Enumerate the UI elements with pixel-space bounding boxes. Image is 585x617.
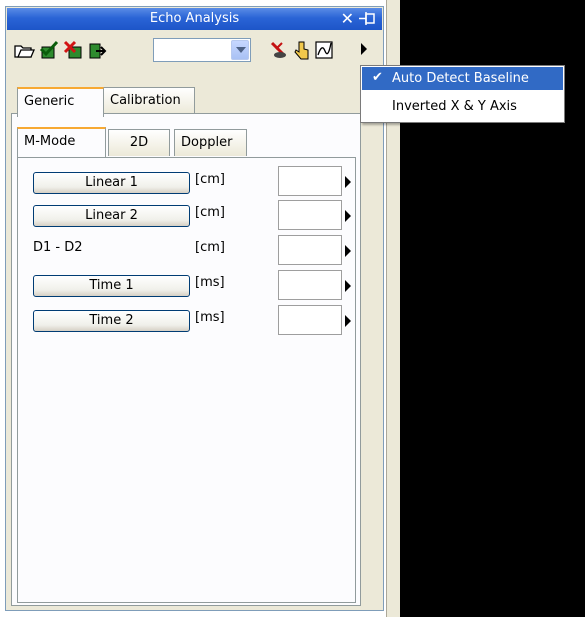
export-icon[interactable] bbox=[87, 39, 109, 61]
pin-icon[interactable] bbox=[358, 10, 376, 27]
linear-1-button[interactable]: Linear 1 bbox=[33, 172, 190, 194]
measure-icon[interactable] bbox=[268, 39, 290, 61]
menu-item-label: Inverted X & Y Axis bbox=[392, 99, 517, 114]
toolbar bbox=[10, 33, 382, 65]
tab-2d-label: 2D bbox=[129, 135, 149, 150]
tab-2d[interactable]: 2D bbox=[108, 129, 170, 156]
check-save-icon[interactable] bbox=[38, 39, 60, 61]
checkmark-icon: ✔ bbox=[372, 70, 383, 85]
panel-title: Echo Analysis bbox=[149, 11, 240, 26]
value-field[interactable] bbox=[278, 305, 342, 335]
row-unit: [cm] bbox=[195, 172, 225, 187]
time-2-button[interactable]: Time 2 bbox=[33, 310, 190, 332]
d1-d2-label: D1 - D2 bbox=[33, 240, 83, 255]
options-menu: ✔ Auto Detect Baseline Inverted X & Y Ax… bbox=[360, 65, 565, 123]
chevron-down-icon[interactable] bbox=[231, 40, 249, 60]
tab-generic[interactable]: Generic bbox=[17, 87, 104, 117]
panel-titlebar[interactable]: Echo Analysis ✕ bbox=[7, 8, 382, 30]
hand-pointer-icon[interactable] bbox=[291, 39, 313, 61]
row-menu-arrow-icon[interactable] bbox=[345, 280, 351, 292]
tab-calibration[interactable]: Calibration bbox=[103, 87, 195, 114]
tab-calibration-label: Calibration bbox=[110, 93, 181, 108]
linear-2-button[interactable]: Linear 2 bbox=[33, 205, 190, 227]
row-menu-arrow-icon[interactable] bbox=[345, 210, 351, 222]
row-menu-arrow-icon[interactable] bbox=[345, 176, 351, 188]
open-folder-icon[interactable] bbox=[13, 39, 35, 61]
row-unit: [cm] bbox=[195, 205, 225, 220]
tab-generic-label: Generic bbox=[24, 94, 75, 109]
tab-m-mode[interactable]: M-Mode bbox=[17, 127, 106, 157]
value-field[interactable] bbox=[278, 166, 342, 196]
time-1-button[interactable]: Time 1 bbox=[33, 275, 190, 297]
value-field[interactable] bbox=[278, 200, 342, 230]
curve-chart-icon[interactable] bbox=[314, 39, 336, 61]
menu-item-auto-detect-baseline[interactable]: ✔ Auto Detect Baseline bbox=[362, 67, 563, 90]
close-icon[interactable]: ✕ bbox=[341, 9, 354, 28]
tab-m-mode-label: M-Mode bbox=[24, 134, 76, 149]
row-unit: [ms] bbox=[195, 275, 225, 290]
row-menu-arrow-icon[interactable] bbox=[345, 315, 351, 327]
tab-doppler-label: Doppler bbox=[181, 135, 233, 150]
profile-select[interactable] bbox=[153, 38, 251, 62]
toolbar-overflow-arrow[interactable] bbox=[361, 43, 367, 55]
row-unit: [cm] bbox=[195, 240, 225, 255]
value-field[interactable] bbox=[278, 270, 342, 300]
row-menu-arrow-icon[interactable] bbox=[345, 245, 351, 257]
row-unit: [ms] bbox=[195, 310, 225, 325]
tab-doppler[interactable]: Doppler bbox=[174, 129, 247, 156]
delete-icon[interactable] bbox=[63, 39, 85, 61]
value-field[interactable] bbox=[278, 235, 342, 265]
menu-item-label: Auto Detect Baseline bbox=[392, 71, 529, 86]
menu-item-inverted-axis[interactable]: Inverted X & Y Axis bbox=[362, 95, 563, 118]
